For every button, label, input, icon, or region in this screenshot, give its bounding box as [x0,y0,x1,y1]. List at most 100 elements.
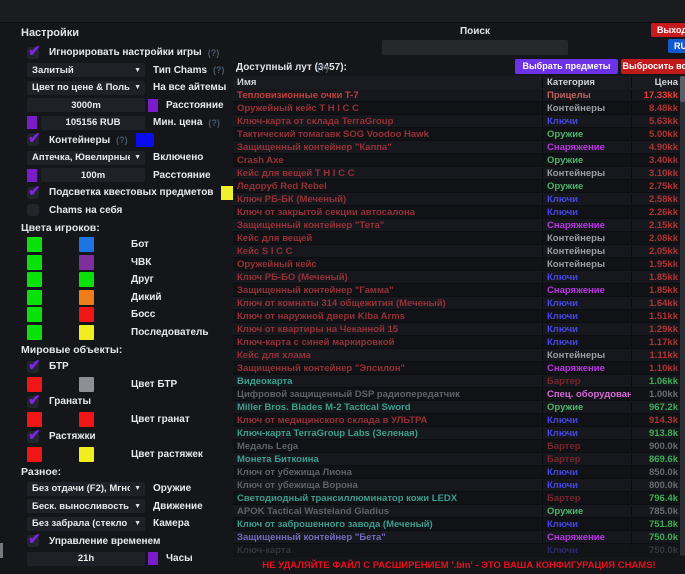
distance-input[interactable]: 3000m [27,98,145,112]
table-row[interactable]: Защищенный контейнер "Тета"Снаряжение2.1… [233,219,685,232]
distance-hotkey-swatch[interactable] [148,99,158,112]
grenades-color-swatch-secondary[interactable] [79,412,94,427]
containers-filter-row: Аптечка, Ювелирные и... ▼ Включено [27,149,233,167]
table-row[interactable]: Кейс для вещей T H I C CКонтейнеры3.10kk [233,167,685,180]
loot-table-scrollbar[interactable] [680,76,685,556]
table-row[interactable]: Ключ РБ-БК (Меченый)Ключи2.58kk [233,193,685,206]
color-swatch-secondary[interactable] [79,237,94,252]
table-row[interactable]: ВидеокартаБартер1.06kk [233,375,685,388]
containers-distance-input[interactable]: 100m [41,168,145,182]
color-swatch-secondary[interactable] [79,272,94,287]
table-row[interactable]: Ключ-карта с синей маркировкойКлючи1.17k… [233,336,685,349]
ignore-game-settings-checkbox[interactable] [27,47,39,59]
table-row[interactable]: Ключ-карта от склада TerraGroupКлючи5.63… [233,115,685,128]
hours-hotkey-swatch[interactable] [148,552,158,565]
camera-row: Без забрала (стекло шлема) ▼ Камера [27,515,233,533]
color-swatch-primary[interactable] [27,290,42,305]
table-row[interactable]: Кейс для вещейКонтейнеры2.08kk [233,232,685,245]
item-price: 5.00kk [631,129,685,140]
item-category: Спец. оборудование [542,389,631,400]
movement-dropdown[interactable]: Беск. выносливость и нет уста: ▼ [27,499,145,513]
color-swatch-secondary[interactable] [79,290,94,305]
player-type-label: Друг [131,274,154,285]
table-row[interactable]: Ключ от закрытой секции автосалонаКлючи2… [233,206,685,219]
containers-color-swatch[interactable] [136,133,154,147]
table-row[interactable]: Кейс S I C CКонтейнеры2.05kk [233,245,685,258]
table-row[interactable]: Медаль LegaБартер900.0k [233,440,685,453]
table-row[interactable]: Ключ от комнаты 314 общежития (Меченый)К… [233,297,685,310]
search-input[interactable] [382,40,568,55]
table-row[interactable]: Оружейный кейс T H I C CКонтейнеры8.48kk [233,102,685,115]
table-row[interactable]: Защищенный контейнер "Каппа"Снаряжение4.… [233,141,685,154]
table-row[interactable]: Crash AxeОружие3.40kk [233,154,685,167]
item-name: Ключ-карта от склада TerraGroup [233,116,542,127]
tripwires-color-swatch-secondary[interactable] [79,447,94,462]
self-chams-checkbox[interactable] [27,204,39,216]
color-swatch-secondary[interactable] [79,255,94,270]
min-price-input[interactable]: 105156 RUB [41,116,145,130]
table-row[interactable]: Ключ от убежища ВоронаКлючи800.0k [233,479,685,492]
btr-color-swatch-primary[interactable] [27,377,42,392]
btr-color-swatch-secondary[interactable] [79,377,94,392]
item-category: Снаряжение [542,532,631,543]
table-row[interactable]: Miller Bros. Blades M-2 Tactical SwordОр… [233,401,685,414]
table-row[interactable]: Защищенный контейнер "Бета"Снаряжение750… [233,531,685,544]
table-row[interactable]: Ключ от медицинского склада в УЛЬТРАКлюч… [233,414,685,427]
tripwires-color-swatch-primary[interactable] [27,447,42,462]
time-control-checkbox[interactable] [27,535,39,547]
table-row[interactable]: Кейс для хламаКонтейнеры1.11kk [233,349,685,362]
btr-checkbox[interactable] [27,361,39,373]
table-row[interactable]: Ключ-карта TerraGroup Labs (Зеленая)Ключ… [233,427,685,440]
color-swatch-primary[interactable] [27,307,42,322]
containers-distance-hotkey-swatch[interactable] [27,169,37,182]
table-row[interactable]: Ключ РБ-БО (Меченый)Ключи1.85kk [233,271,685,284]
item-price: 750.0k [631,545,685,556]
item-name: Оружейный кейс [233,259,542,270]
table-row[interactable]: APOK Tactical Wasteland GladiusОружие785… [233,505,685,518]
items-mode-dropdown[interactable]: Цвет по цене & Пользователь ▼ [27,81,145,95]
table-row[interactable]: Ключ от заброшенного завода (Меченый)Клю… [233,518,685,531]
table-row[interactable]: Оружейный кейсКонтейнеры1.95kk [233,258,685,271]
time-control-row: Управление временем [27,533,233,551]
item-category: Ключи [542,311,631,322]
scrollbar-thumb[interactable] [680,76,685,102]
color-swatch-primary[interactable] [27,325,42,340]
table-row[interactable]: Ключ от наружной двери Kiba ArmsКлючи1.5… [233,310,685,323]
color-swatch-primary[interactable] [27,237,42,252]
grenades-color-swatch-primary[interactable] [27,412,42,427]
item-name: Медаль Lega [233,441,542,452]
table-row[interactable]: Ключ от убежища ЛионаКлючи850.0k [233,466,685,479]
table-row[interactable]: Ключ от квартиры на Чеканной 15Ключи1.29… [233,323,685,336]
grenades-checkbox[interactable] [27,396,39,408]
item-category: Контейнеры [542,103,631,114]
chams-type-dropdown[interactable]: Залитый ▼ [27,63,145,77]
table-row[interactable]: Светодиодный трансиллюминатор кожи LEDXБ… [233,492,685,505]
min-price-label: Мин. цена [153,117,202,128]
table-row[interactable]: Защищенный контейнер "Эпсилон"Снаряжение… [233,362,685,375]
quest-items-checkbox[interactable] [27,187,39,199]
table-row[interactable]: Цифровой защищенный DSP радиопередатчикС… [233,388,685,401]
hours-input[interactable]: 21h [27,552,145,566]
select-kappa-items-button[interactable]: Выбрать предметы каппа [515,59,618,74]
table-row[interactable]: Монета БиткоинаБартер869.6k [233,453,685,466]
table-row[interactable]: Тепловизионные очки T-7Прицелы17.33kk [233,89,685,102]
color-swatch-secondary[interactable] [79,325,94,340]
color-swatch-secondary[interactable] [79,307,94,322]
table-row[interactable]: Ледоруб Red RebelОружие2.75kk [233,180,685,193]
tripwires-checkbox[interactable] [27,431,39,443]
camera-dropdown[interactable]: Без забрала (стекло шлема) ▼ [27,517,145,531]
color-swatch-primary[interactable] [27,255,42,270]
drop-all-button[interactable]: Выбросить все [621,59,685,74]
table-row[interactable]: Тактический томагавк SOG Voodoo HawkОруж… [233,128,685,141]
exit-button[interactable]: Выход [651,23,685,37]
item-name: Ключ РБ-БО (Меченый) [233,272,542,283]
containers-checkbox[interactable] [27,134,39,146]
min-price-hotkey-swatch[interactable] [27,116,37,129]
containers-filter-dropdown[interactable]: Аптечка, Ювелирные и... ▼ [27,151,145,165]
left-edge-scrollbar[interactable] [0,543,3,558]
color-swatch-primary[interactable] [27,272,42,287]
language-button[interactable]: RU [668,39,685,53]
item-category: Ключи [542,272,631,283]
table-row[interactable]: Защищенный контейнер "Гамма"Снаряжение1.… [233,284,685,297]
weapon-dropdown[interactable]: Без отдачи (F2), Мгновенное п ▼ [27,482,145,496]
